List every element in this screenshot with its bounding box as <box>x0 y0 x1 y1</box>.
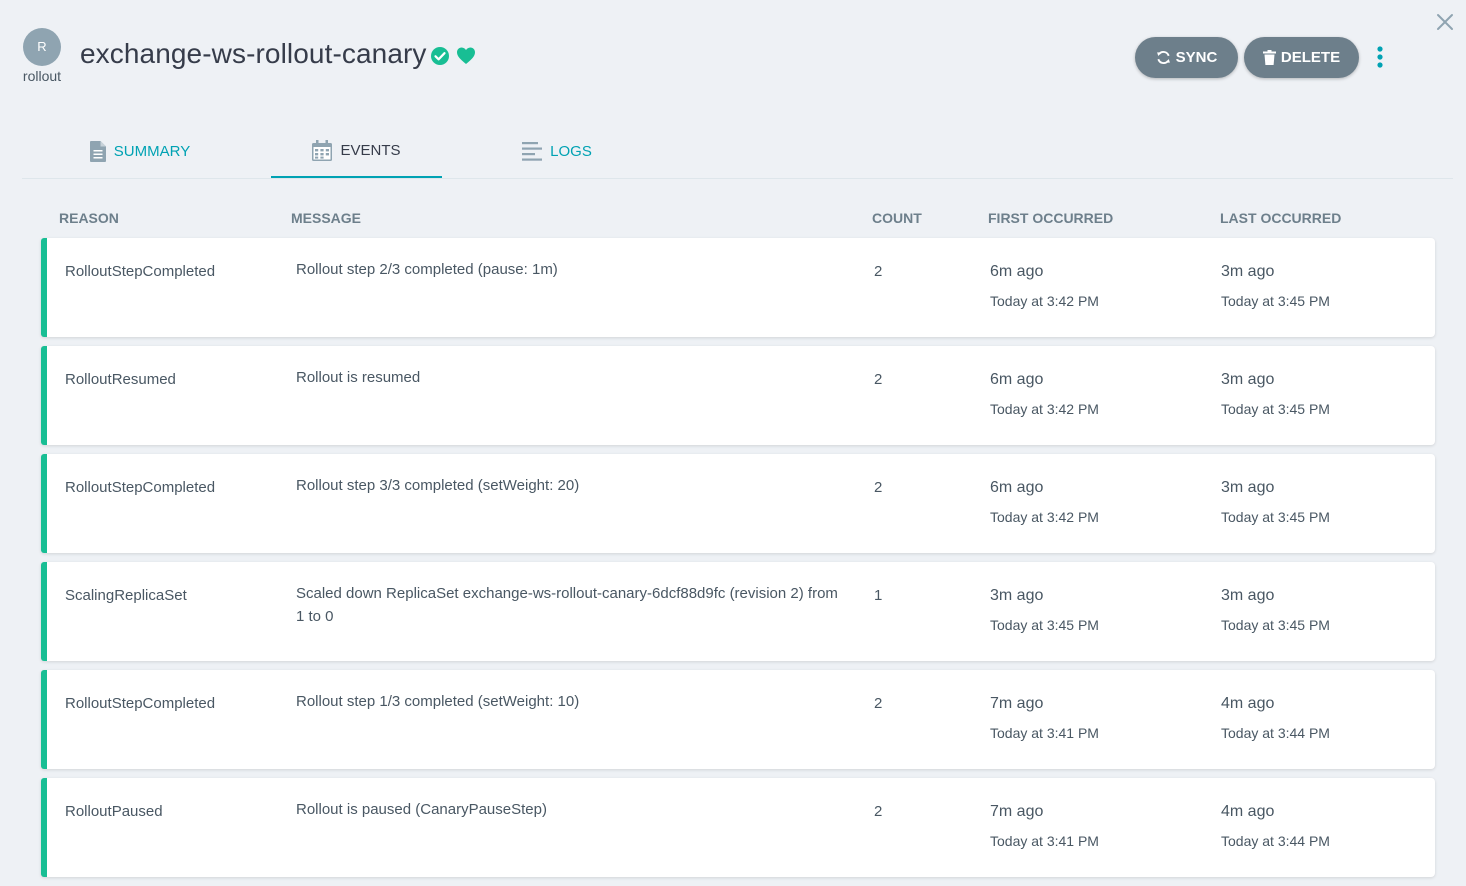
event-first-occurred: 7m ago Today at 3:41 PM <box>990 695 1099 741</box>
event-reason: RolloutStepCompleted <box>65 479 216 496</box>
app-header: R rollout exchange-ws-rollout-canary SYN… <box>0 0 1466 110</box>
more-options-icon[interactable] <box>1371 45 1389 69</box>
column-header-message: MESSAGE <box>291 210 362 226</box>
first-occurred-absolute: Today at 3:42 PM <box>990 509 1099 525</box>
event-row[interactable]: RolloutStepCompleted Rollout step 1/3 co… <box>41 670 1435 769</box>
sync-button[interactable]: SYNC <box>1135 37 1238 78</box>
tab-events-label: EVENTS <box>340 142 401 159</box>
event-message: Rollout is paused (CanaryPauseStep) <box>296 801 547 818</box>
last-occurred-relative: 3m ago <box>1221 371 1275 388</box>
first-occurred-relative: 7m ago <box>990 695 1044 712</box>
event-count: 2 <box>874 479 883 496</box>
event-first-occurred: 3m ago Today at 3:45 PM <box>990 587 1099 633</box>
last-occurred-absolute: Today at 3:45 PM <box>1221 401 1330 417</box>
resource-kind-avatar: R <box>23 28 61 66</box>
event-count: 2 <box>874 371 883 388</box>
event-row[interactable]: RolloutStepCompleted Rollout step 3/3 co… <box>41 454 1435 553</box>
first-occurred-relative: 7m ago <box>990 803 1044 820</box>
event-reason: ScalingReplicaSet <box>65 587 187 604</box>
event-reason: RolloutStepCompleted <box>65 263 216 280</box>
close-icon[interactable] <box>1435 12 1455 32</box>
delete-button[interactable]: DELETE <box>1244 37 1359 78</box>
event-reason: RolloutResumed <box>65 371 176 388</box>
trash-icon <box>1262 50 1276 65</box>
last-occurred-relative: 3m ago <box>1221 263 1275 280</box>
tab-events[interactable]: EVENTS <box>271 125 442 178</box>
event-last-occurred: 3m ago Today at 3:45 PM <box>1221 371 1330 417</box>
calendar-icon <box>312 140 333 161</box>
first-occurred-absolute: Today at 3:42 PM <box>990 401 1099 417</box>
event-first-occurred: 6m ago Today at 3:42 PM <box>990 479 1099 525</box>
event-message: Rollout step 3/3 completed (setWeight: 2… <box>296 477 580 494</box>
event-last-occurred: 4m ago Today at 3:44 PM <box>1221 695 1330 741</box>
event-last-occurred: 3m ago Today at 3:45 PM <box>1221 587 1330 633</box>
check-circle-icon <box>431 47 449 65</box>
last-occurred-relative: 3m ago <box>1221 479 1275 496</box>
last-occurred-relative: 4m ago <box>1221 695 1275 712</box>
first-occurred-absolute: Today at 3:41 PM <box>990 833 1099 849</box>
event-count: 1 <box>874 587 883 604</box>
column-header-last-occurred: LAST OCCURRED <box>1220 210 1342 226</box>
last-occurred-absolute: Today at 3:45 PM <box>1221 509 1330 525</box>
event-message: Rollout is resumed <box>296 369 421 386</box>
event-message: Scaled down ReplicaSet exchange-ws-rollo… <box>296 585 838 625</box>
event-last-occurred: 3m ago Today at 3:45 PM <box>1221 263 1330 309</box>
resource-kind-label: rollout <box>22 68 62 84</box>
event-row[interactable]: RolloutResumed Rollout is resumed 2 6m a… <box>41 346 1435 445</box>
event-count: 2 <box>874 695 883 712</box>
sync-button-label: SYNC <box>1175 49 1218 66</box>
column-header-count: COUNT <box>872 210 922 226</box>
first-occurred-relative: 6m ago <box>990 371 1044 388</box>
first-occurred-relative: 6m ago <box>990 263 1044 280</box>
tab-logs[interactable]: LOGS <box>502 125 612 177</box>
tab-summary[interactable]: SUMMARY <box>70 125 210 177</box>
event-row[interactable]: RolloutPaused Rollout is paused (CanaryP… <box>41 778 1435 877</box>
event-last-occurred: 3m ago Today at 3:45 PM <box>1221 479 1330 525</box>
event-row[interactable]: RolloutStepCompleted Rollout step 2/3 co… <box>41 238 1435 337</box>
event-count: 2 <box>874 803 883 820</box>
first-occurred-relative: 3m ago <box>990 587 1044 604</box>
first-occurred-relative: 6m ago <box>990 479 1044 496</box>
column-header-first-occurred: FIRST OCCURRED <box>988 210 1114 226</box>
first-occurred-absolute: Today at 3:41 PM <box>990 725 1099 741</box>
last-occurred-relative: 3m ago <box>1221 587 1275 604</box>
status-icons <box>430 46 476 66</box>
heart-icon <box>457 47 475 64</box>
last-occurred-absolute: Today at 3:44 PM <box>1221 725 1330 741</box>
last-occurred-absolute: Today at 3:45 PM <box>1221 293 1330 309</box>
column-header-reason: REASON <box>59 210 119 226</box>
events-table: RolloutStepCompleted Rollout step 2/3 co… <box>41 238 1435 886</box>
event-first-occurred: 7m ago Today at 3:41 PM <box>990 803 1099 849</box>
event-message: Rollout step 1/3 completed (setWeight: 1… <box>296 693 580 710</box>
event-row[interactable]: ScalingReplicaSet Scaled down ReplicaSet… <box>41 562 1435 661</box>
event-first-occurred: 6m ago Today at 3:42 PM <box>990 263 1099 309</box>
event-reason: RolloutPaused <box>65 803 163 820</box>
event-last-occurred: 4m ago Today at 3:44 PM <box>1221 803 1330 849</box>
tab-bar: SUMMARY EVENTS LOGS <box>22 125 1453 179</box>
delete-button-label: DELETE <box>1280 49 1341 66</box>
first-occurred-absolute: Today at 3:45 PM <box>990 617 1099 633</box>
sync-icon <box>1156 50 1170 65</box>
app-title: exchange-ws-rollout-canary <box>80 38 427 69</box>
tab-logs-label: LOGS <box>550 142 592 160</box>
lines-icon <box>522 141 543 161</box>
last-occurred-relative: 4m ago <box>1221 803 1275 820</box>
last-occurred-absolute: Today at 3:45 PM <box>1221 617 1330 633</box>
tab-summary-label: SUMMARY <box>113 142 191 160</box>
event-first-occurred: 6m ago Today at 3:42 PM <box>990 371 1099 417</box>
last-occurred-absolute: Today at 3:44 PM <box>1221 833 1330 849</box>
first-occurred-absolute: Today at 3:42 PM <box>990 293 1099 309</box>
event-message: Rollout step 2/3 completed (pause: 1m) <box>296 261 558 278</box>
file-icon <box>89 140 106 162</box>
event-count: 2 <box>874 263 883 280</box>
event-reason: RolloutStepCompleted <box>65 695 216 712</box>
